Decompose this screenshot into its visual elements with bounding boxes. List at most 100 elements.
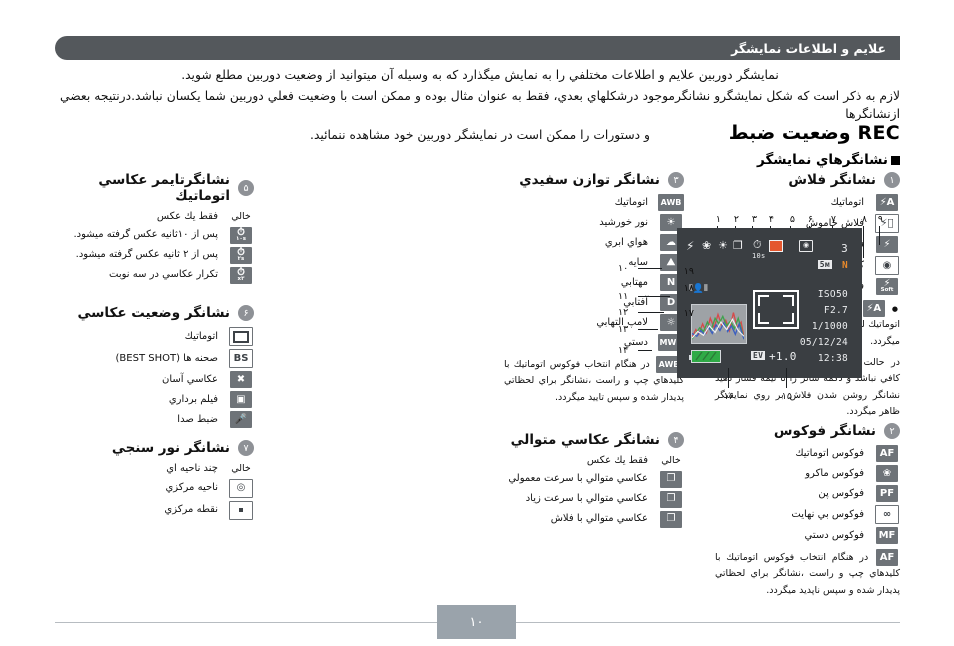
indicator-row: ✖ عكاسي آسان xyxy=(59,371,254,388)
date-value: 05/12/24 xyxy=(799,337,848,348)
white-balance-icon: ☀ xyxy=(718,239,728,252)
movie-mode-icon: ▣ xyxy=(230,391,252,408)
indicator-label: عكاسي آسان xyxy=(162,373,218,385)
callout-7: ۷ xyxy=(830,214,836,225)
indicator-row: 🎤 ضبط صدا xyxy=(59,411,254,428)
indicator-group-۵: ۵ نشانگرتايمر عكاسي اتوماتيك خالي فقط يك عك… xyxy=(59,172,254,287)
callout-4: ۴ xyxy=(768,214,774,225)
indicator-row: خالي فقط يك عكس xyxy=(59,210,254,224)
page-number-tab: ۱۰ xyxy=(437,605,516,639)
indicator-row: اتوماتيك xyxy=(59,327,254,346)
flash-icon: ⚡ xyxy=(686,239,695,253)
indicator-label: مهتابي xyxy=(620,276,648,288)
leader-8 xyxy=(863,226,864,258)
histogram-icon xyxy=(691,304,747,344)
group-header: ۷ نشانگر نور سنجي xyxy=(59,440,254,456)
indicator-row: ∞ فوكوس بي نهايت xyxy=(715,505,900,524)
group-number-badge: ۷ xyxy=(238,440,254,456)
intro-line-1: نمايشگر دوربين علايم و اطلاعات مختلفي را… xyxy=(181,68,779,82)
indicator-label: پس از ۱۰ثانيه عكس گرفته ميشود. xyxy=(73,229,218,241)
subsection-title: نشانگرهاي نمايشگر xyxy=(757,152,900,168)
aperture-value: F2.7 xyxy=(823,305,848,316)
group-number-badge: ۲ xyxy=(884,423,900,439)
indicator-row: خالي فقط يك عكس xyxy=(504,454,684,468)
af-frame-icon xyxy=(753,290,799,329)
callout-16: ۱۶ xyxy=(723,391,734,402)
indicator-label: عكاسي متوالي با سرعت معمولي xyxy=(508,473,648,485)
group-number-badge: ۴ xyxy=(668,432,684,448)
image-size-badge: 5м xyxy=(817,260,832,269)
group-header: ۳ نشانگر توازن سفيدي xyxy=(504,172,684,188)
indicator-label: پس از ۲ ثانيه عكس گرفته ميشود. xyxy=(75,249,218,261)
callout-11: ۱۱ xyxy=(618,291,629,302)
indicator-group-۶: ۶ نشانگر وضعيت عكاسي اتوماتيك BS صحنه ها (BE… xyxy=(59,305,254,431)
callout-19: ۱۹ xyxy=(683,266,694,277)
indicator-row: ⚡A اتوماتيك xyxy=(715,194,900,211)
group-number-badge: ۳ xyxy=(668,172,684,188)
shutter-value: 1/1000 xyxy=(811,321,848,332)
indicator-label: فوكوس دستي xyxy=(804,529,864,541)
leader-12 xyxy=(638,312,664,313)
leader-13 xyxy=(638,329,658,330)
none-icon: خالي xyxy=(231,211,251,223)
spot-metering-icon xyxy=(229,500,253,520)
callout-12: ۱۲ xyxy=(618,307,629,318)
continuous-normal-icon: ❐ xyxy=(660,470,682,488)
group-number-badge: ۱ xyxy=(884,172,900,188)
continuous-high-icon: ❐ xyxy=(660,490,682,508)
indicator-label: فوكوس اتوماتيك xyxy=(795,447,864,459)
banner-title: علايم و اطلاعات نمايشگر xyxy=(731,40,886,56)
indicator-row: ◎ ناحيه مركزي xyxy=(59,478,254,498)
pan-focus-icon: PF xyxy=(876,485,898,502)
leader-11 xyxy=(638,296,670,297)
leader-9 xyxy=(879,226,880,245)
manual-focus-icon: MF xyxy=(876,527,898,544)
group-header: ۶ نشانگر وضعيت عكاسي xyxy=(59,305,254,321)
indicator-label: فقط يك عكس xyxy=(156,211,218,222)
callout-14: ۱۴ xyxy=(618,345,629,356)
indicator-group-۲: ۲ نشانگر فوكوس AF فوكوس اتوماتيك ❀ فوكوس ماكر… xyxy=(715,423,900,599)
group-title: نشانگر نور سنجي xyxy=(111,440,230,456)
page-banner: علايم و اطلاعات نمايشگر xyxy=(55,36,900,60)
callout-5: ۵ xyxy=(789,214,795,225)
indicator-label: فوكوس بي نهايت xyxy=(791,508,864,520)
indicator-label: فقط يك عكس xyxy=(586,455,648,466)
indicator-row: ⏱ x۳ تكرار عكاسي در سه نوبت xyxy=(59,266,254,284)
indicator-label: نور خورشيد xyxy=(599,216,648,228)
callout-8: ۸ xyxy=(861,214,867,225)
group-number-badge: ۵ xyxy=(238,180,254,196)
image-quality: N xyxy=(841,260,848,271)
time-value: 12:38 xyxy=(817,353,848,364)
group-title: نشانگر فلاش xyxy=(788,172,876,188)
none-icon: خالي xyxy=(231,463,251,475)
group-header: ۲ نشانگر فوكوس xyxy=(715,423,900,439)
auto-mode-icon xyxy=(229,327,253,346)
page-title-latin: REC xyxy=(857,122,900,144)
indicator-row: ❐ عكاسي متوالي با سرعت زياد xyxy=(504,490,684,508)
group-title: نشانگر توازن سفيدي xyxy=(519,172,660,188)
page-title-fa: وضعيت ضبط xyxy=(728,122,851,144)
group-header: ۵ نشانگرتايمر عكاسي اتوماتيك xyxy=(59,172,254,204)
leader-10 xyxy=(638,268,662,269)
note-bullet: ● xyxy=(891,305,900,313)
timer-x3-icon: ⏱ x۳ xyxy=(230,266,252,284)
timer-10s-icon: ⏱ ۱۰s xyxy=(230,226,252,244)
indicator-row: ❐ عكاسي متوالي با سرعت معمولي xyxy=(504,470,684,488)
indicator-row: ▣ فيلم برداري xyxy=(59,391,254,408)
indicator-label: نقطه مركزي xyxy=(164,504,218,516)
indicator-label: اتوماتيك xyxy=(184,330,218,342)
indicator-label: اتوماتيك xyxy=(614,196,648,208)
infinity-focus-icon: ∞ xyxy=(875,505,899,524)
group-note: AF در هنگام انتخاب فوكوس اتوماتيك با كلي… xyxy=(715,549,900,599)
leader-14 xyxy=(638,350,652,351)
auto-focus-icon: AF xyxy=(876,549,898,566)
group-title: نشانگر عكاسي متوالي xyxy=(510,432,660,448)
lcd-diagram: ۱ ۲ ۳ ۴ ۵ ۶ ۷ ۸ ۹ ⚡ ❀ ☀ ❐ ⏱ 10s ◉ 3 5м N… xyxy=(618,214,884,402)
battery-icon xyxy=(688,350,721,363)
best-shot-icon: BS xyxy=(229,349,253,368)
indicator-label: فوكوس ماكرو xyxy=(805,467,864,479)
manual-page: علايم و اطلاعات نمايشگر نمايشگر دوربين ع… xyxy=(0,0,954,646)
indicator-label: تكرار عكاسي در سه نوبت xyxy=(109,269,218,281)
indicator-label: اتوماتيك xyxy=(830,196,864,208)
indicator-label: ضبط صدا xyxy=(177,413,218,425)
